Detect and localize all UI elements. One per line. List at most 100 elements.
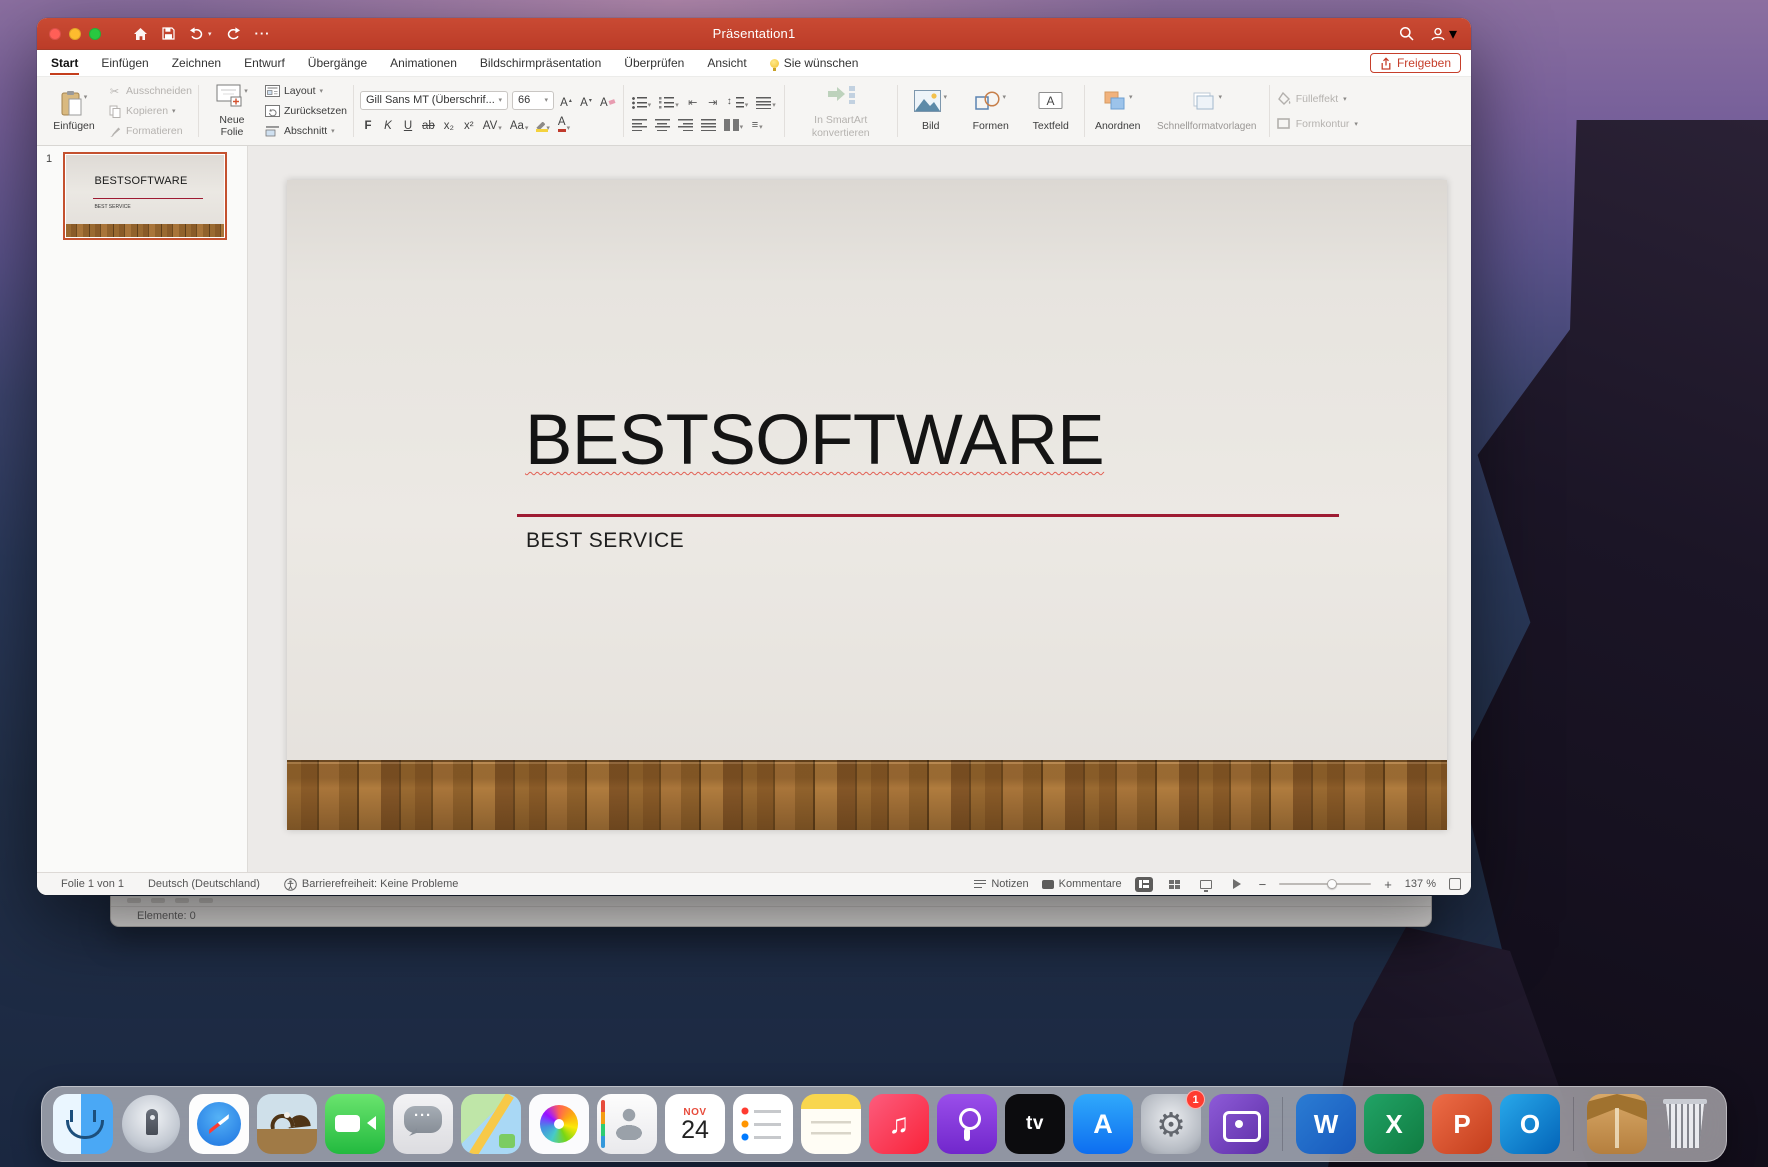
line-spacing-button[interactable]: ▾ xyxy=(725,92,751,109)
section-button[interactable]: Abschnitt▾ xyxy=(265,123,347,140)
dock-trash-icon[interactable] xyxy=(1655,1094,1715,1154)
home-icon[interactable] xyxy=(133,27,148,41)
tab-ansicht[interactable]: Ansicht xyxy=(706,51,747,75)
slide[interactable]: BESTSOFTWARE BEST SERVICE xyxy=(287,180,1447,830)
dock-maps-icon[interactable] xyxy=(461,1094,521,1154)
powerpoint-window[interactable]: ▾ ··· Präsentation1 ▾ Start Einfügen Zei… xyxy=(37,18,1471,895)
zoom-out-button[interactable]: − xyxy=(1259,877,1267,892)
dock-outlook-icon[interactable]: O xyxy=(1500,1094,1560,1154)
align-right-button[interactable] xyxy=(676,114,695,131)
font-color-button[interactable]: A▾ xyxy=(556,115,572,132)
dock-facetime-icon[interactable] xyxy=(325,1094,385,1154)
shape-outline-button[interactable]: Formkontur ▾ xyxy=(1276,115,1358,133)
fit-to-window-button[interactable] xyxy=(1449,878,1461,890)
slide-title-text[interactable]: BESTSOFTWARE xyxy=(525,402,1104,480)
dock-messages-icon[interactable]: ··· xyxy=(393,1094,453,1154)
dock-word-icon[interactable]: W xyxy=(1296,1094,1356,1154)
comments-button[interactable]: Kommentare xyxy=(1042,878,1122,890)
dock-photos-icon[interactable] xyxy=(529,1094,589,1154)
change-case-button[interactable]: Aa▾ xyxy=(508,115,531,132)
dock-apple-tv-icon[interactable]: tv xyxy=(1005,1094,1065,1154)
subscript-button[interactable]: x₂ xyxy=(441,115,457,132)
tab-sie-wuenschen[interactable]: Sie wünschen xyxy=(769,51,860,75)
accessibility-status[interactable]: Barrierefreiheit: Keine Probleme xyxy=(284,878,459,891)
increase-indent-button[interactable]: ⇥ xyxy=(705,92,721,109)
slides-panel[interactable]: 1 BESTSOFTWARE BEST SERVICE xyxy=(37,146,248,872)
dock-eagle-icon[interactable] xyxy=(257,1094,317,1154)
insert-shapes-button[interactable]: ▾ Formen xyxy=(964,90,1018,133)
window-titlebar[interactable]: ▾ ··· Präsentation1 ▾ xyxy=(37,18,1471,50)
language-status[interactable]: Deutsch (Deutschland) xyxy=(148,878,260,890)
save-icon[interactable] xyxy=(162,27,175,40)
new-slide-button[interactable]: ▾ Neue Folie xyxy=(205,84,259,138)
minimize-button[interactable] xyxy=(69,28,81,40)
insert-picture-button[interactable]: ▾ Bild xyxy=(904,90,958,133)
slideshow-button[interactable] xyxy=(1228,877,1246,892)
undo-chevron-icon[interactable]: ▾ xyxy=(208,30,212,38)
tab-zeichnen[interactable]: Zeichnen xyxy=(171,51,222,75)
slide-editor-canvas[interactable]: BESTSOFTWARE BEST SERVICE xyxy=(248,146,1471,872)
zoom-in-button[interactable]: + xyxy=(1384,877,1392,892)
layout-button[interactable]: Layout▾ xyxy=(265,83,347,100)
align-center-button[interactable] xyxy=(653,114,672,131)
font-size-select[interactable]: 66▾ xyxy=(512,91,554,110)
insert-textbox-button[interactable]: A Textfeld xyxy=(1024,90,1078,133)
justify-button[interactable] xyxy=(699,114,718,131)
decrease-indent-button[interactable]: ⇤ xyxy=(685,92,701,109)
slide-subtitle-text[interactable]: BEST SERVICE xyxy=(526,529,684,553)
clear-formatting-button[interactable]: A xyxy=(598,92,617,109)
tab-bildschirmpraesentation[interactable]: Bildschirmpräsentation xyxy=(479,51,602,75)
font-name-select[interactable]: Gill Sans MT (Überschrif...▾ xyxy=(360,91,508,110)
reset-button[interactable]: Zurücksetzen xyxy=(265,103,347,120)
list-options-button[interactable]: ▾ xyxy=(754,92,778,109)
italic-button[interactable]: K xyxy=(380,115,396,132)
zoom-percentage[interactable]: 137 % xyxy=(1405,878,1436,890)
paste-button[interactable]: ▾ Einfügen xyxy=(47,90,101,133)
dock-excel-icon[interactable]: X xyxy=(1364,1094,1424,1154)
underline-button[interactable]: U xyxy=(400,115,416,132)
bullets-button[interactable]: ▾ xyxy=(630,92,654,109)
character-spacing-button[interactable]: AV▾ xyxy=(481,115,504,132)
slide-sorter-view-button[interactable] xyxy=(1166,877,1184,892)
cut-button[interactable]: ✂Ausschneiden xyxy=(107,83,192,100)
dock-system-preferences-icon[interactable]: 1⚙ xyxy=(1141,1094,1201,1154)
dock-reminders-icon[interactable] xyxy=(733,1094,793,1154)
normal-view-button[interactable] xyxy=(1135,877,1153,892)
convert-smartart-button[interactable]: In SmartArt konvertieren xyxy=(791,83,891,138)
superscript-button[interactable]: x² xyxy=(461,115,477,132)
highlight-button[interactable]: ▾ xyxy=(534,115,552,132)
shape-fill-button[interactable]: Fülleffekt ▾ xyxy=(1276,90,1347,108)
dock-podcasts-icon[interactable] xyxy=(937,1094,997,1154)
share-button[interactable]: Freigeben xyxy=(1370,53,1461,73)
dock-calendar-icon[interactable]: NOV 24 xyxy=(665,1094,725,1154)
dock-music-icon[interactable]: ♫ xyxy=(869,1094,929,1154)
dock-box-icon[interactable] xyxy=(1587,1094,1647,1154)
reading-view-button[interactable] xyxy=(1197,877,1215,892)
tab-uebergaenge[interactable]: Übergänge xyxy=(307,51,368,75)
strikethrough-button[interactable]: ab xyxy=(420,115,437,132)
dock-safari-icon[interactable] xyxy=(189,1094,249,1154)
tab-start[interactable]: Start xyxy=(50,51,79,75)
dock-contacts-icon[interactable] xyxy=(597,1094,657,1154)
zoom-slider-knob[interactable] xyxy=(1327,879,1337,889)
bold-button[interactable]: F xyxy=(360,115,376,132)
dock-app-store-icon[interactable]: A xyxy=(1073,1094,1133,1154)
text-direction-button[interactable]: ▾ xyxy=(722,114,746,131)
zoom-slider[interactable] xyxy=(1279,883,1371,885)
grow-font-button[interactable]: A▴ xyxy=(558,92,574,109)
dock-powerpoint-icon[interactable]: P xyxy=(1432,1094,1492,1154)
align-text-button[interactable]: ≡▾ xyxy=(749,114,765,131)
slide-thumbnail[interactable]: BESTSOFTWARE BEST SERVICE xyxy=(63,152,227,240)
format-painter-button[interactable]: Formatieren xyxy=(107,123,192,140)
tab-einfuegen[interactable]: Einfügen xyxy=(100,51,149,75)
shrink-font-button[interactable]: A▾ xyxy=(578,92,594,109)
undo-icon[interactable] xyxy=(189,27,204,40)
numbering-button[interactable]: ▾ xyxy=(657,92,681,109)
close-button[interactable] xyxy=(49,28,61,40)
dock-photo-booth-icon[interactable] xyxy=(1209,1094,1269,1154)
copy-button[interactable]: Kopieren▾ xyxy=(107,103,192,120)
arrange-button[interactable]: ▾ Anordnen xyxy=(1091,90,1145,133)
redo-icon[interactable] xyxy=(226,27,241,40)
zoom-button[interactable] xyxy=(89,28,101,40)
tab-ueberpruefen[interactable]: Überprüfen xyxy=(623,51,685,75)
